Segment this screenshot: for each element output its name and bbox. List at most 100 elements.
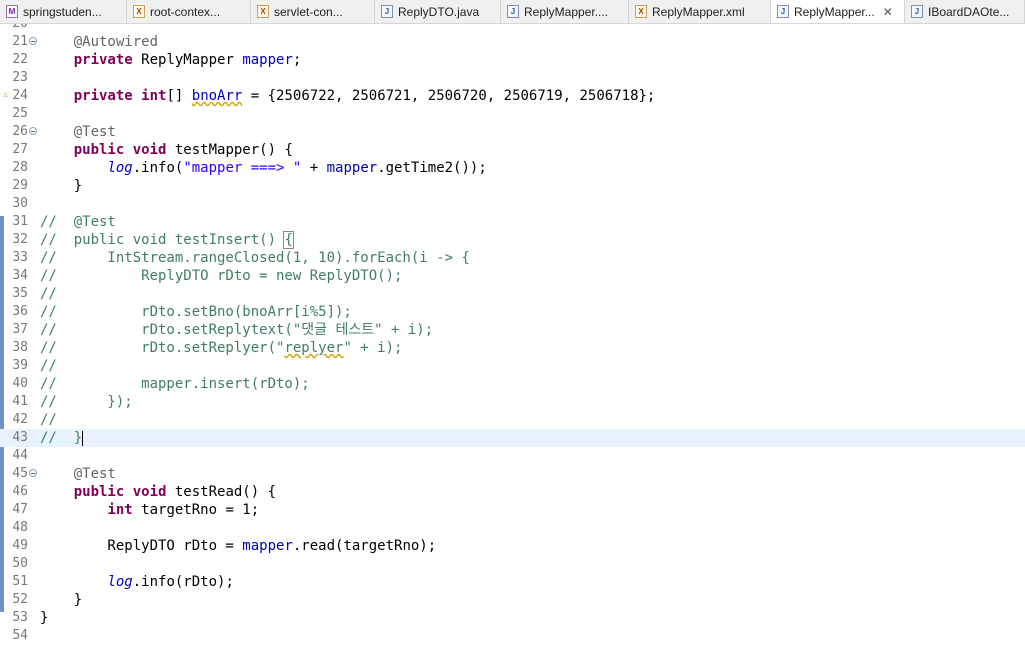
code-token: " + i); [343,340,403,356]
editor-tab-8[interactable]: J IBoardDAOte... [905,0,1025,23]
tab-label: ReplyMapper.... [524,4,609,19]
line-number: 27 [12,142,28,157]
code-line[interactable]: 27 public void testMapper() { [0,141,1025,159]
code-token: } [40,178,83,194]
code-line[interactable]: 30 [0,195,1025,213]
code-text: // IntStream.rangeClosed(1, 10).forEach(… [40,249,470,267]
code-line[interactable]: 40 // mapper.insert(rDto); [0,375,1025,393]
line-number: 29 [12,178,28,193]
code-line[interactable]: 47 int targetRno = 1; [0,501,1025,519]
fold-toggle-icon[interactable] [29,37,37,45]
code-line[interactable]: 29 } [0,177,1025,195]
code-line[interactable]: 24 ⚠ private int[] bnoArr = {2506722, 250… [0,87,1025,105]
code-line[interactable]: 20 [0,24,1025,33]
line-number: 37 [12,322,28,337]
code-token: .getTime2()); [377,160,487,176]
code-line[interactable]: 53} [0,609,1025,627]
editor-tab-4[interactable]: J ReplyDTO.java [375,0,501,23]
code-line[interactable]: 22 private ReplyMapper mapper; [0,51,1025,69]
code-line[interactable]: 36 // rDto.setBno(bnoArr[i%5]); [0,303,1025,321]
code-token: log [107,574,133,590]
code-line[interactable]: 49 ReplyDTO rDto = mapper.read(targetRno… [0,537,1025,555]
line-number: 31 [12,214,28,229]
editor-tab-6[interactable]: X ReplyMapper.xml [629,0,771,23]
code-line[interactable]: 23 [0,69,1025,87]
line-number: 38 [12,340,28,355]
editor-tab-7[interactable]: J ReplyMapper... ✕ [771,0,905,23]
code-line[interactable]: 46 public void testRead() { [0,483,1025,501]
code-token: mapper [242,52,293,68]
line-number: 33 [12,250,28,265]
line-number: 42 [12,412,28,427]
code-token: .info( [132,160,184,176]
code-line[interactable]: 34 // ReplyDTO rDto = new ReplyDTO(); [0,267,1025,285]
code-line[interactable]: 28 log.info("mapper ===> " + mapper.getT… [0,159,1025,177]
code-line[interactable]: 39 // [0,357,1025,375]
xml-file-icon: X [257,5,269,18]
code-text: // [40,411,57,429]
code-line[interactable]: 45 @Test [0,465,1025,483]
line-number: 50 [12,556,28,571]
fold-toggle-icon[interactable] [29,127,37,135]
code-line[interactable]: 42 // [0,411,1025,429]
code-token: log [107,160,133,176]
code-token: + [301,160,327,176]
line-number: 46 [12,484,28,499]
code-line[interactable]: 54 [0,627,1025,645]
code-token: // [40,412,57,428]
code-line[interactable]: 48 [0,519,1025,537]
line-number: 23 [12,70,28,85]
editor-tab-5[interactable]: J ReplyMapper.... [501,0,629,23]
code-token: // [40,286,57,302]
code-token: int [107,502,133,518]
code-token: ReplyDTO rDto = [40,538,243,554]
java-file-icon: J [911,5,923,18]
code-line[interactable]: 21 @Autowired [0,33,1025,51]
java-file-icon: J [507,5,519,18]
code-line[interactable]: 25 [0,105,1025,123]
code-text: // [40,285,57,303]
line-number: 39 [12,358,28,373]
code-line[interactable]: 26 @Test [0,123,1025,141]
code-line[interactable]: 51 log.info(rDto); [0,573,1025,591]
tab-label: ReplyDTO.java [398,4,480,19]
fold-toggle-icon[interactable] [29,469,37,477]
code-line[interactable]: 37 // rDto.setReplytext("댓글 테스트" + i); [0,321,1025,339]
editor-tab-2[interactable]: Xroot-contex... [127,0,251,23]
code-line[interactable]: 31 // @Test [0,213,1025,231]
editor-tab-3[interactable]: Xservlet-con... [251,0,375,23]
code-line[interactable]: 33 // IntStream.rangeClosed(1, 10).forEac… [0,249,1025,267]
code-line[interactable]: 38 // rDto.setReplyer("replyer" + i); [0,339,1025,357]
code-text: ReplyDTO rDto = mapper.read(targetRno); [40,537,436,555]
code-text: // ReplyDTO rDto = new ReplyDTO(); [40,267,402,285]
editor-tab-bar: Mspringstuden... Xroot-contex... Xservlet-… [0,0,1025,24]
code-editor[interactable]: 2021 @Autowired22 private ReplyMapper ma… [0,24,1025,646]
code-text: @Autowired [40,33,158,51]
code-token: // } [40,430,83,446]
code-token: mapper [326,160,378,176]
warning-icon[interactable]: ⚠ [0,90,11,101]
code-line[interactable]: 35 // [0,285,1025,303]
code-line[interactable]: 50 [0,555,1025,573]
code-token: { [283,231,294,249]
code-token: testRead() { [166,484,277,500]
line-number: 22 [12,52,28,67]
code-token: // mapper.insert(rDto); [40,376,310,392]
editor-tab-1[interactable]: Mspringstuden... [0,0,127,23]
code-line[interactable]: 52 } [0,591,1025,609]
code-line[interactable]: 41 // }); [0,393,1025,411]
xml-file-icon: X [635,5,647,18]
close-icon[interactable]: ✕ [883,5,893,19]
code-line[interactable]: 32 // public void testInsert() { [0,231,1025,249]
code-token: int [141,88,167,104]
code-lines: 2021 @Autowired22 private ReplyMapper ma… [0,24,1025,645]
code-line[interactable]: 44 [0,447,1025,465]
code-text: // }); [40,393,133,411]
code-token: private [73,52,133,68]
line-number: 41 [12,394,28,409]
code-line[interactable]: 43 // } [0,429,1025,447]
